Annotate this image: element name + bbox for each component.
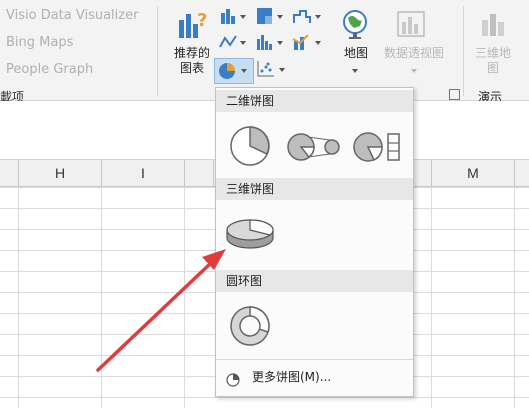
pie-chart-button[interactable] (214, 58, 254, 84)
recommended-charts-label[interactable]: 推荐的 图表 (166, 46, 218, 76)
column-header-l[interactable] (413, 160, 432, 186)
recommended-charts-icon[interactable]: ? (177, 6, 209, 42)
column-chart-icon[interactable] (219, 7, 247, 25)
pie-of-pie-icon (287, 133, 340, 161)
bing-maps-addin[interactable]: Bing Maps (6, 35, 73, 50)
doughnut-icon (230, 306, 270, 346)
3d-pie-option[interactable] (224, 214, 276, 254)
people-graph-addin[interactable]: People Graph (6, 62, 93, 77)
pivot-chart-dropdown-icon (411, 69, 417, 73)
group-separator (463, 6, 464, 96)
waterfall-chart-icon[interactable] (292, 7, 321, 25)
hierarchy-chart-icon[interactable] (256, 7, 284, 25)
3d-map-label: 三维地图 (474, 46, 511, 75)
group-separator (157, 6, 158, 96)
scatter-chart-icon[interactable] (256, 60, 285, 78)
more-pie-charts-item[interactable]: 更多饼图(M)... (216, 364, 413, 390)
statistic-chart-icon[interactable] (256, 33, 284, 51)
maps-dropdown-icon[interactable] (352, 69, 358, 73)
column-header-m[interactable]: M (432, 160, 515, 186)
3d-pie-icon (226, 219, 274, 249)
small-pie-icon (226, 370, 240, 387)
pie-chart-dropdown: 二维饼图 三维饼图 圆环图 更多饼图(M)... (215, 87, 414, 397)
line-chart-icon[interactable] (219, 33, 247, 51)
section-doughnut: 圆环图 (216, 270, 413, 292)
dialog-launcher-icon[interactable] (449, 89, 460, 100)
visio-addin[interactable]: Visio Data Visualizer (6, 8, 138, 23)
3d-map-icon (478, 10, 508, 40)
maps-label[interactable]: 地图 (336, 46, 376, 61)
svg-text:?: ? (197, 10, 207, 31)
column-header-h[interactable]: H (19, 160, 102, 186)
section-2d-pie: 二维饼图 (216, 90, 413, 112)
column-header-j[interactable] (185, 160, 214, 186)
pivot-chart-label: 数据透视图 (383, 46, 444, 60)
more-pie-charts-label: 更多饼图(M)... (252, 370, 332, 384)
section-3d-pie: 三维饼图 (216, 178, 413, 200)
doughnut-option[interactable] (228, 304, 272, 348)
column-header-i[interactable]: I (102, 160, 185, 186)
bar-of-pie-icon (353, 132, 400, 162)
column-header-blank[interactable] (0, 160, 19, 186)
combo-chart-icon[interactable] (292, 33, 321, 51)
pie-of-pie-option[interactable] (286, 132, 342, 162)
pie-chart-icon (219, 63, 247, 79)
pie-option[interactable] (228, 124, 272, 168)
globe-icon[interactable] (340, 8, 370, 40)
ribbon: Visio Data Visualizer Bing Maps People G… (0, 0, 529, 104)
menu-separator (216, 359, 413, 360)
bar-of-pie-option[interactable] (352, 130, 402, 164)
pie-icon (230, 126, 270, 166)
pivot-chart-icon (396, 10, 428, 40)
